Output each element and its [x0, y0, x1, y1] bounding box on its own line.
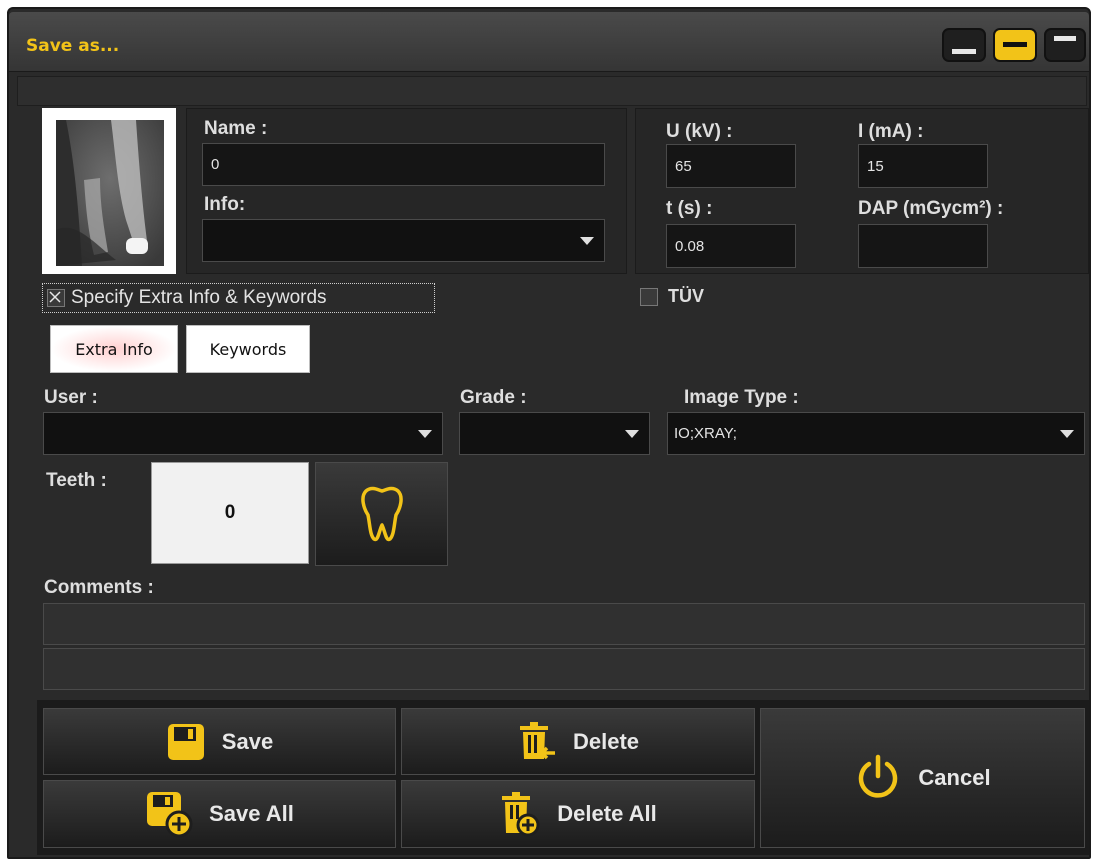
save-all-button[interactable]: Save All: [43, 780, 396, 848]
specify-extra-info-label: Specify Extra Info & Keywords: [71, 287, 327, 308]
comment-line-2[interactable]: [43, 648, 1085, 690]
floppy-disk-icon: [167, 723, 204, 760]
cancel-label: Cancel: [918, 765, 991, 790]
dialog-title: Save as...: [26, 36, 120, 56]
comments-label: Comments :: [44, 577, 154, 598]
image-type-value: IO;XRAY;: [674, 425, 737, 442]
title-bar: [9, 12, 1089, 72]
trash-arrow-icon: [519, 721, 555, 759]
checkbox-unchecked-icon: [640, 287, 658, 306]
tooth-icon: [360, 486, 403, 542]
checkbox-checked-icon: [47, 289, 65, 307]
chevron-down-icon: [418, 429, 432, 438]
teeth-select-button[interactable]: [315, 462, 448, 566]
grade-label: Grade :: [460, 387, 527, 408]
floppy-plus-icon: [147, 792, 193, 838]
tab-extra-info[interactable]: Extra Info: [50, 325, 178, 373]
tuv-label: TÜV: [668, 286, 704, 306]
name-input[interactable]: 0: [202, 143, 605, 186]
tuv-checkbox[interactable]: TÜV: [640, 286, 704, 307]
image-type-label: Image Type :: [684, 387, 799, 408]
user-label: User :: [44, 387, 98, 408]
trash-plus-icon: [502, 792, 540, 837]
chevron-down-icon: [580, 236, 594, 245]
time-label: t (s) :: [666, 198, 713, 219]
chevron-down-icon: [625, 429, 639, 438]
chevron-down-icon: [1060, 429, 1074, 438]
tab-keywords[interactable]: Keywords: [186, 325, 310, 373]
specify-extra-info-checkbox[interactable]: Specify Extra Info & Keywords: [42, 283, 435, 313]
toolbar-strip: [17, 76, 1087, 106]
voltage-label: U (kV) :: [666, 121, 733, 142]
teeth-count: 0: [151, 462, 309, 564]
save-all-label: Save All: [209, 801, 294, 826]
minimize-button[interactable]: [942, 28, 986, 62]
voltage-input[interactable]: 65: [666, 144, 796, 188]
time-input[interactable]: 0.08: [666, 224, 796, 268]
info-dropdown[interactable]: [202, 219, 605, 262]
dap-input[interactable]: [858, 224, 988, 268]
restore-button[interactable]: [993, 28, 1037, 62]
delete-label: Delete: [572, 728, 640, 754]
delete-all-label: Delete All: [557, 801, 657, 826]
image-type-dropdown[interactable]: IO;XRAY;: [667, 412, 1085, 455]
comment-line-1[interactable]: [43, 603, 1085, 645]
xray-thumbnail: [42, 108, 176, 274]
current-input[interactable]: 15: [858, 144, 988, 188]
save-button[interactable]: Save: [43, 708, 396, 775]
teeth-label: Teeth :: [46, 470, 107, 491]
delete-button[interactable]: Delete: [401, 708, 755, 775]
delete-all-button[interactable]: Delete All: [401, 780, 755, 848]
dap-label: DAP (mGycm²) :: [858, 198, 1004, 219]
power-icon: [859, 754, 898, 798]
grade-dropdown[interactable]: [459, 412, 650, 455]
user-dropdown[interactable]: [43, 412, 443, 455]
current-label: I (mA) :: [858, 121, 924, 142]
save-label: Save: [221, 728, 274, 754]
name-label: Name :: [204, 118, 268, 139]
info-label: Info:: [204, 194, 246, 215]
cancel-button[interactable]: Cancel: [760, 708, 1085, 848]
maximize-button[interactable]: [1044, 28, 1086, 62]
